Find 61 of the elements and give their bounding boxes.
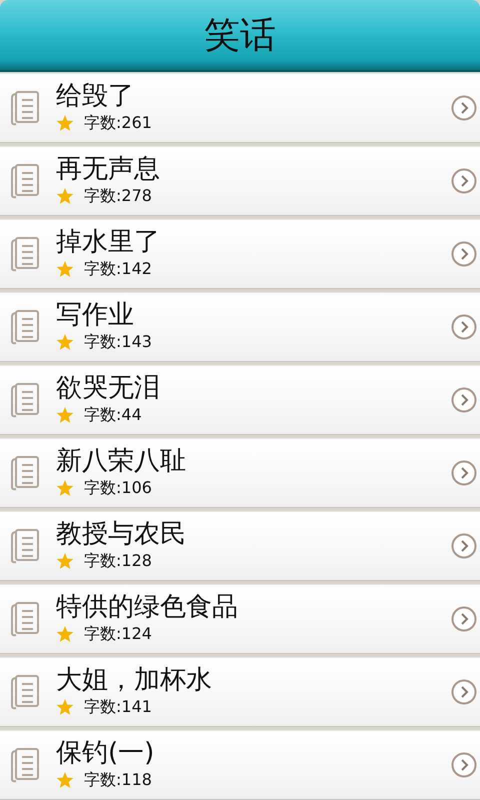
book-icon [10, 747, 40, 783]
page-title: 笑话 [204, 14, 276, 58]
star-icon [56, 626, 74, 644]
book-icon [10, 455, 40, 491]
joke-list-item[interactable]: 写作业 字数:143 [0, 292, 480, 362]
joke-title: 欲哭无泪 [56, 374, 161, 404]
word-count: 字数:261 [84, 113, 152, 134]
chevron-right-icon[interactable] [451, 533, 477, 559]
joke-list-item[interactable]: 掉水里了 字数:142 [0, 219, 480, 289]
joke-list-item[interactable]: 给毁了 字数:261 [0, 73, 480, 143]
joke-title: 特供的绿色食品 [56, 592, 239, 622]
joke-list-item[interactable]: 新八荣八耻 字数:106 [0, 438, 480, 508]
word-count: 字数:118 [84, 770, 152, 792]
book-icon [10, 528, 40, 564]
word-count: 字数:278 [84, 186, 152, 208]
word-count: 字数:106 [84, 478, 152, 500]
joke-list-item[interactable]: 特供的绿色食品 字数:124 [0, 584, 480, 654]
joke-title: 教授与农民 [56, 520, 187, 550]
joke-title: 再无声息 [56, 154, 161, 184]
word-count: 字数:143 [84, 332, 152, 354]
book-icon [10, 309, 40, 345]
joke-list-item[interactable]: 欲哭无泪 字数:44 [0, 365, 480, 435]
book-icon [10, 382, 40, 418]
joke-list-item[interactable]: 保钓(一) 字数:118 [0, 730, 480, 800]
word-count: 字数:124 [84, 624, 152, 646]
star-icon [56, 115, 74, 132]
book-icon [10, 601, 40, 637]
chevron-right-icon[interactable] [451, 314, 477, 340]
joke-title: 掉水里了 [56, 228, 161, 258]
joke-title: 大姐，加杯水 [56, 666, 213, 696]
word-count: 字数:128 [84, 551, 152, 572]
star-icon [56, 699, 74, 716]
chevron-right-icon[interactable] [451, 95, 477, 121]
chevron-right-icon[interactable] [451, 679, 477, 705]
book-icon [10, 236, 40, 272]
star-icon [56, 407, 74, 424]
joke-list-item[interactable]: 再无声息 字数:278 [0, 146, 480, 216]
joke-title: 给毁了 [56, 82, 135, 112]
chevron-right-icon[interactable] [451, 387, 477, 413]
joke-title: 写作业 [56, 300, 135, 330]
star-icon [56, 188, 74, 206]
book-icon [10, 163, 40, 199]
star-icon [56, 553, 74, 570]
chevron-right-icon[interactable] [451, 168, 477, 194]
joke-list-item[interactable]: 大姐，加杯水 字数:141 [0, 657, 480, 727]
chevron-right-icon[interactable] [451, 460, 477, 486]
joke-list-item[interactable]: 教授与农民 字数:128 [0, 511, 480, 581]
chevron-right-icon[interactable] [451, 752, 477, 778]
book-icon [10, 90, 40, 126]
chevron-right-icon[interactable] [451, 606, 477, 632]
star-icon [56, 772, 74, 790]
word-count: 字数:141 [84, 697, 152, 718]
star-icon [56, 480, 74, 498]
chevron-right-icon[interactable] [451, 241, 477, 267]
book-icon [10, 674, 40, 710]
joke-title: 保钓(一) [56, 738, 156, 768]
word-count: 字数:142 [84, 259, 152, 280]
star-icon [56, 261, 74, 278]
joke-title: 新八荣八耻 [56, 446, 187, 476]
star-icon [56, 334, 74, 352]
word-count: 字数:44 [84, 405, 142, 426]
